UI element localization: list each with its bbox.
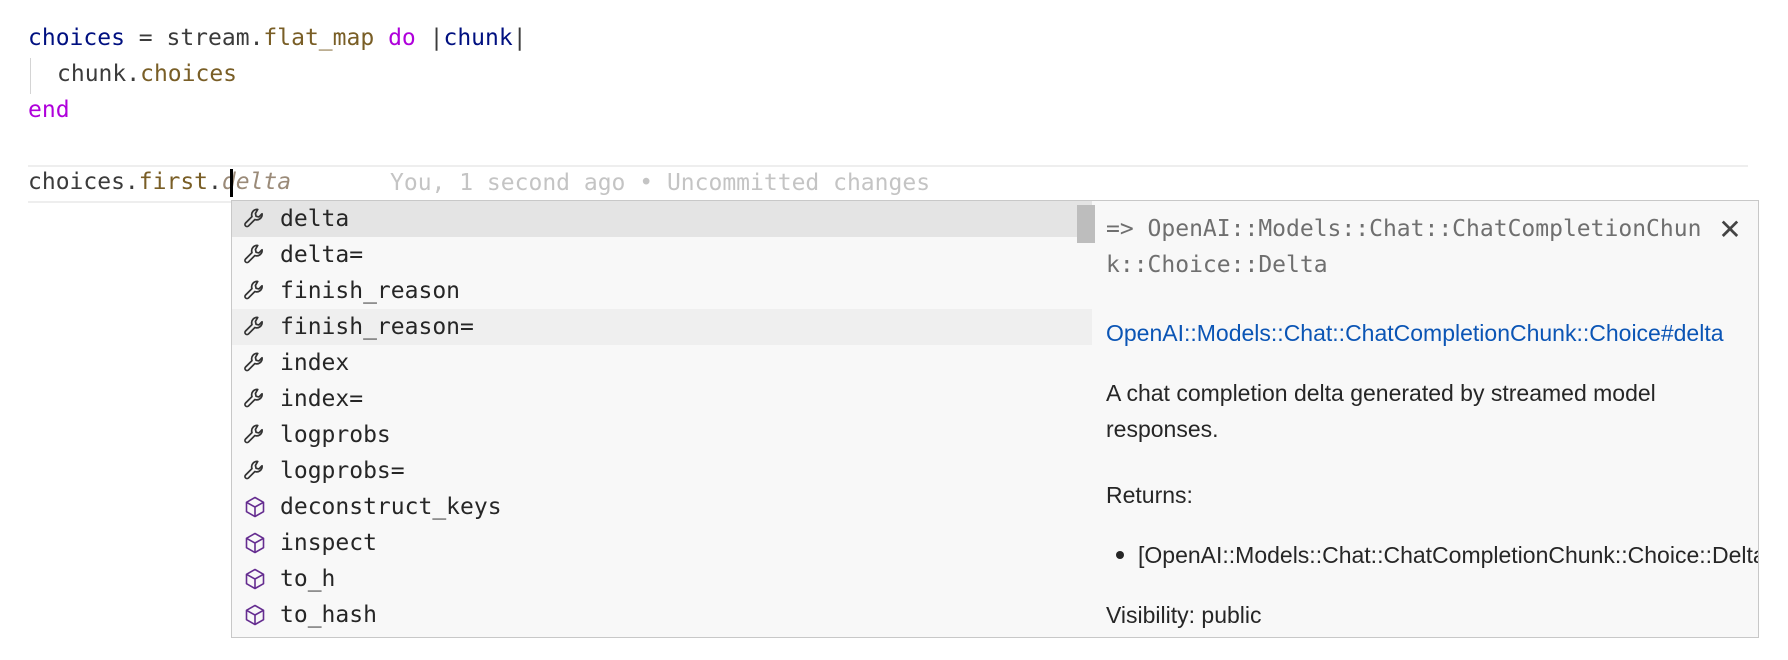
details-description: A chat completion delta generated by str…	[1106, 380, 1656, 442]
suggestion-label: deconstruct_keys	[280, 494, 502, 520]
suggestion-list[interactable]: to_hash to_h inspect deconstruct_keys logpro…	[231, 200, 1098, 638]
details-returns-item: [OpenAI::Models::Chat::ChatCompletionChu…	[1116, 537, 1758, 573]
suggestion-label: index=	[280, 386, 364, 412]
details-visibility: Visibility: public	[1106, 602, 1262, 628]
suggestion-item[interactable]: deconstruct_keys	[232, 489, 1092, 525]
wrench-icon	[238, 417, 272, 453]
details-doc-link[interactable]: OpenAI::Models::Chat::ChatCompletionChun…	[1106, 315, 1724, 351]
suggestion-label: finish_reason	[280, 278, 461, 304]
suggestion-item[interactable]: to_hash	[232, 597, 1092, 633]
wrench-icon	[238, 273, 272, 309]
suggestion-item[interactable]: inspect	[232, 525, 1092, 561]
wrench-icon	[238, 201, 272, 237]
suggestion-label: to_h	[280, 566, 336, 592]
suggestion-item[interactable]: logprobs=	[232, 453, 1092, 489]
bullet-icon	[1116, 550, 1124, 559]
suggestion-item[interactable]: index=	[232, 381, 1092, 417]
indent-guide	[30, 58, 31, 94]
git-blame-annotation: You, 1 second ago • Uncommitted changes	[390, 170, 931, 196]
suggestion-label: logprobs=	[280, 458, 405, 484]
details-signature: => OpenAI::Models::Chat::ChatCompletionC…	[1106, 216, 1702, 278]
suggestion-label: to_hash	[280, 602, 377, 628]
suggestion-details: => OpenAI::Models::Chat::ChatCompletionC…	[1096, 200, 1759, 638]
cube-icon	[238, 597, 272, 633]
wrench-icon	[238, 381, 272, 417]
details-returns-label: Returns:	[1106, 482, 1193, 508]
suggestion-label: logprobs	[280, 422, 391, 448]
suggestion-item[interactable]: finish_reason	[232, 273, 1092, 309]
wrench-icon	[238, 453, 272, 489]
text-cursor	[230, 169, 233, 197]
suggestion-label: delta	[280, 206, 350, 232]
code-line-5[interactable]: choices.first.delta	[28, 164, 291, 200]
suggestion-item[interactable]: index	[232, 345, 1092, 381]
close-icon[interactable]: ✕	[1712, 211, 1748, 247]
code-line-3[interactable]: end	[28, 92, 70, 128]
suggestion-scrollbar[interactable]	[1077, 205, 1095, 243]
suggestion-item[interactable]: to_h	[232, 561, 1092, 597]
cube-icon	[238, 489, 272, 525]
wrench-icon	[238, 345, 272, 381]
cube-icon	[238, 561, 272, 597]
suggestion-item[interactable]: delta	[232, 201, 1092, 237]
suggestion-label: inspect	[280, 530, 377, 556]
suggestion-item[interactable]: logprobs	[232, 417, 1092, 453]
suggestion-item[interactable]: delta=	[232, 237, 1092, 273]
code-line-2[interactable]: chunk.choices	[57, 56, 237, 92]
suggestion-label: delta=	[280, 242, 364, 268]
suggestion-item[interactable]: finish_reason=	[232, 309, 1092, 345]
code-line-1[interactable]: choices = stream.flat_map do |chunk|	[28, 20, 527, 56]
suggestion-label: finish_reason=	[280, 314, 474, 340]
wrench-icon	[238, 237, 272, 273]
wrench-icon	[238, 309, 272, 345]
cube-icon	[238, 525, 272, 561]
suggestion-label: index	[280, 350, 350, 376]
